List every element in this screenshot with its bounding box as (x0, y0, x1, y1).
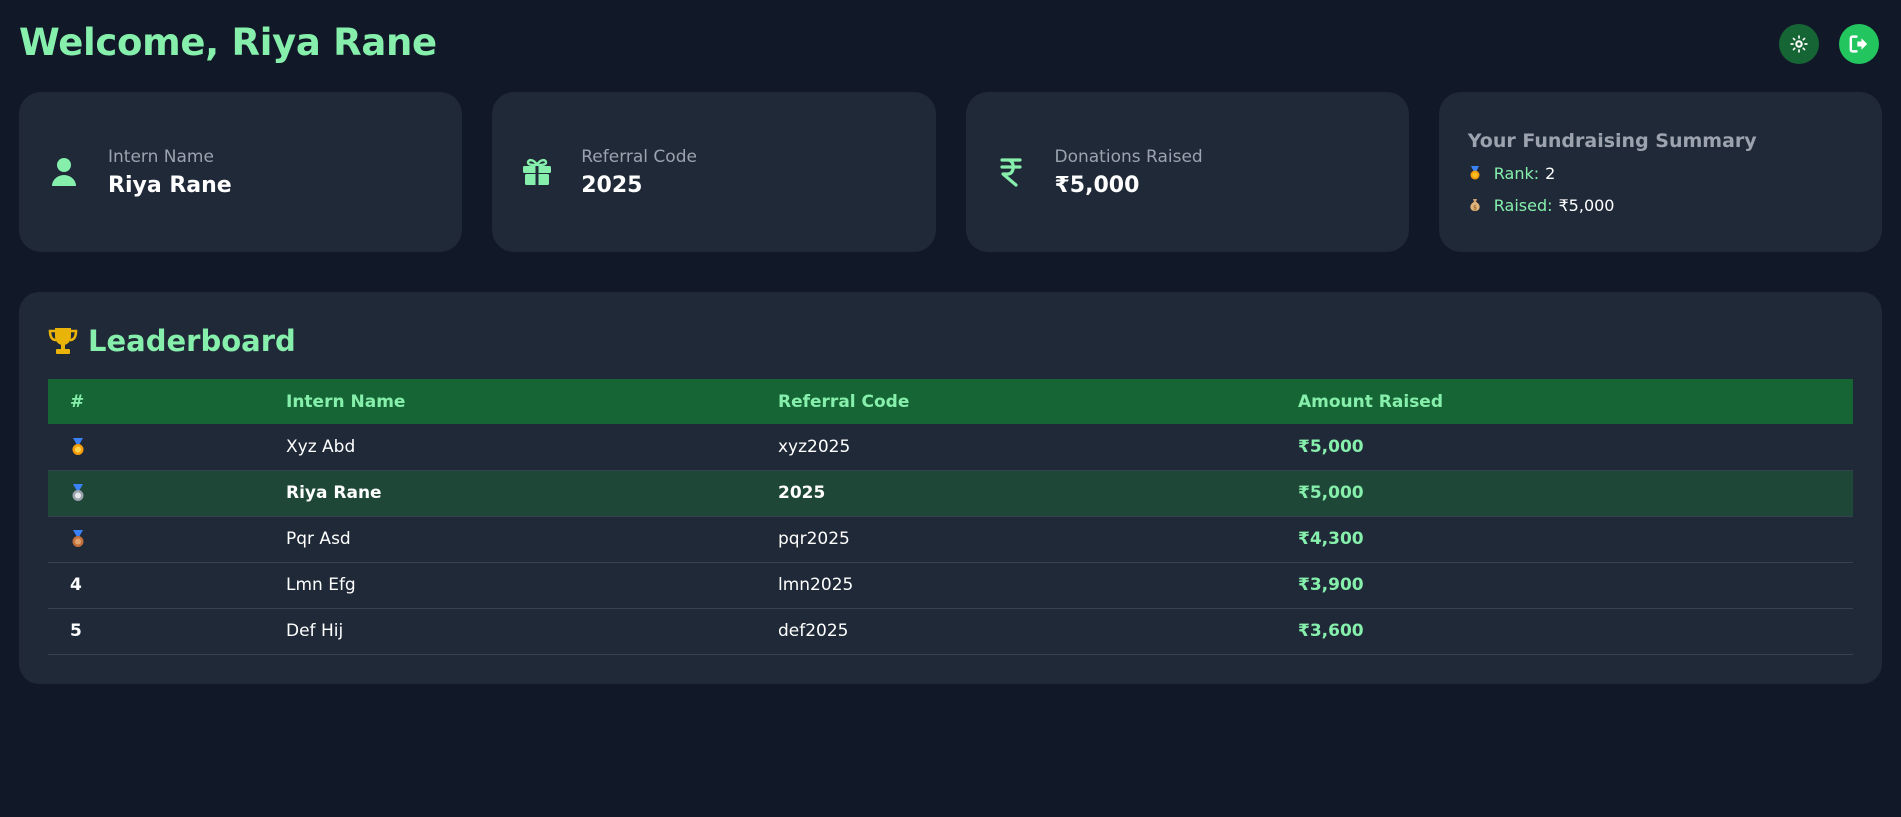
amount-raised-cell: ₹3,600 (1276, 608, 1853, 655)
referral-code-cell: pqr2025 (756, 516, 1276, 563)
rank-cell (48, 470, 264, 517)
donations-raised-value: ₹5,000 (1054, 172, 1140, 198)
user-icon (49, 157, 79, 187)
amount-raised-cell: ₹5,000 (1276, 470, 1853, 517)
column-header-intern-name: Intern Name (286, 391, 406, 412)
leaderboard-heading: Leaderboard (48, 324, 1853, 358)
rank-cell (48, 424, 264, 471)
stats-cards: Intern Name Riya Rane Referral Code 2025 (19, 92, 1882, 252)
donations-raised-card: Donations Raised ₹5,000 (965, 92, 1409, 252)
summary-raised-value: ₹5,000 (1558, 195, 1615, 215)
dashboard-page: Welcome, Riya Rane Intern Name Riya Rane… (0, 0, 1901, 817)
trophy-icon (48, 328, 78, 354)
table-row: Xyz Abd xyz2025 ₹5,000 (48, 424, 1853, 471)
amount-raised-cell: ₹4,300 (1276, 516, 1853, 563)
page-header: Welcome, Riya Rane (19, 0, 1882, 88)
summary-rank-label: Rank: (1493, 163, 1540, 183)
fundraising-summary-card: Your Fundraising Summary Rank: 2 $ Raise… (1438, 92, 1882, 252)
summary-raised-row: $ Raised: ₹5,000 (1468, 195, 1615, 215)
column-header-amount-raised: Amount Raised (1298, 391, 1444, 412)
gift-icon (522, 158, 552, 186)
column-header-referral-code: Referral Code (778, 391, 910, 412)
referral-code-cell: xyz2025 (756, 424, 1276, 471)
referral-code-value: 2025 (581, 172, 643, 198)
leaderboard-title: Leaderboard (88, 324, 296, 358)
column-header-rank: # (70, 391, 85, 412)
leaderboard-table: # Intern Name Referral Code Amount Raise… (48, 379, 1853, 655)
header-actions (1779, 24, 1879, 64)
logout-button[interactable] (1839, 24, 1879, 64)
summary-rank-row: Rank: 2 (1468, 163, 1556, 183)
gold-medal-icon (72, 437, 84, 455)
intern-name-cell: Pqr Asd (264, 516, 756, 563)
silver-medal-icon (72, 484, 84, 501)
money-bag-icon: $ (1470, 199, 1480, 212)
intern-name-cell: Riya Rane (264, 470, 756, 517)
rupee-icon (996, 157, 1026, 187)
amount-raised-cell: ₹5,000 (1276, 424, 1853, 471)
donations-raised-label: Donations Raised (1054, 146, 1203, 167)
amount-raised-cell: ₹3,900 (1276, 562, 1853, 609)
intern-name-cell: Def Hij (264, 608, 756, 655)
intern-name-value: Riya Rane (108, 172, 232, 198)
sun-icon (1790, 35, 1808, 53)
leaderboard-header-row: # Intern Name Referral Code Amount Raise… (48, 379, 1853, 424)
referral-code-label: Referral Code (581, 146, 697, 167)
referral-code-cell: lmn2025 (756, 562, 1276, 609)
medal-icon (1470, 166, 1480, 180)
theme-toggle-button[interactable] (1779, 24, 1819, 64)
leaderboard-panel: Leaderboard # Intern Name Referral Code … (19, 292, 1882, 684)
summary-title: Your Fundraising Summary (1467, 129, 1757, 152)
rank-cell (48, 516, 264, 563)
table-row: 4 Lmn Efg lmn2025 ₹3,900 (48, 562, 1853, 609)
table-row: Riya Rane 2025 ₹5,000 (48, 470, 1853, 517)
summary-raised-label: Raised: (1493, 195, 1553, 215)
table-row: Pqr Asd pqr2025 ₹4,300 (48, 516, 1853, 563)
rank-cell: 4 (48, 562, 264, 609)
leaderboard-body: Xyz Abd xyz2025 ₹5,000 Riya Rane 2025 ₹5,000 P… (48, 424, 1853, 655)
rank-cell: 5 (48, 608, 264, 655)
svg-text:$: $ (1473, 205, 1477, 212)
referral-code-cell: def2025 (756, 608, 1276, 655)
logout-icon (1849, 35, 1868, 53)
intern-name-cell: Lmn Efg (264, 562, 756, 609)
table-row: 5 Def Hij def2025 ₹3,600 (48, 608, 1853, 655)
summary-rank-value: 2 (1545, 163, 1556, 183)
intern-name-cell: Xyz Abd (264, 424, 756, 471)
intern-name-card: Intern Name Riya Rane (19, 92, 463, 252)
bronze-medal-icon (72, 530, 84, 547)
referral-code-card: Referral Code 2025 (492, 92, 936, 252)
referral-code-cell: 2025 (756, 470, 1276, 517)
welcome-title: Welcome, Riya Rane (19, 20, 437, 64)
intern-name-label: Intern Name (108, 146, 214, 167)
